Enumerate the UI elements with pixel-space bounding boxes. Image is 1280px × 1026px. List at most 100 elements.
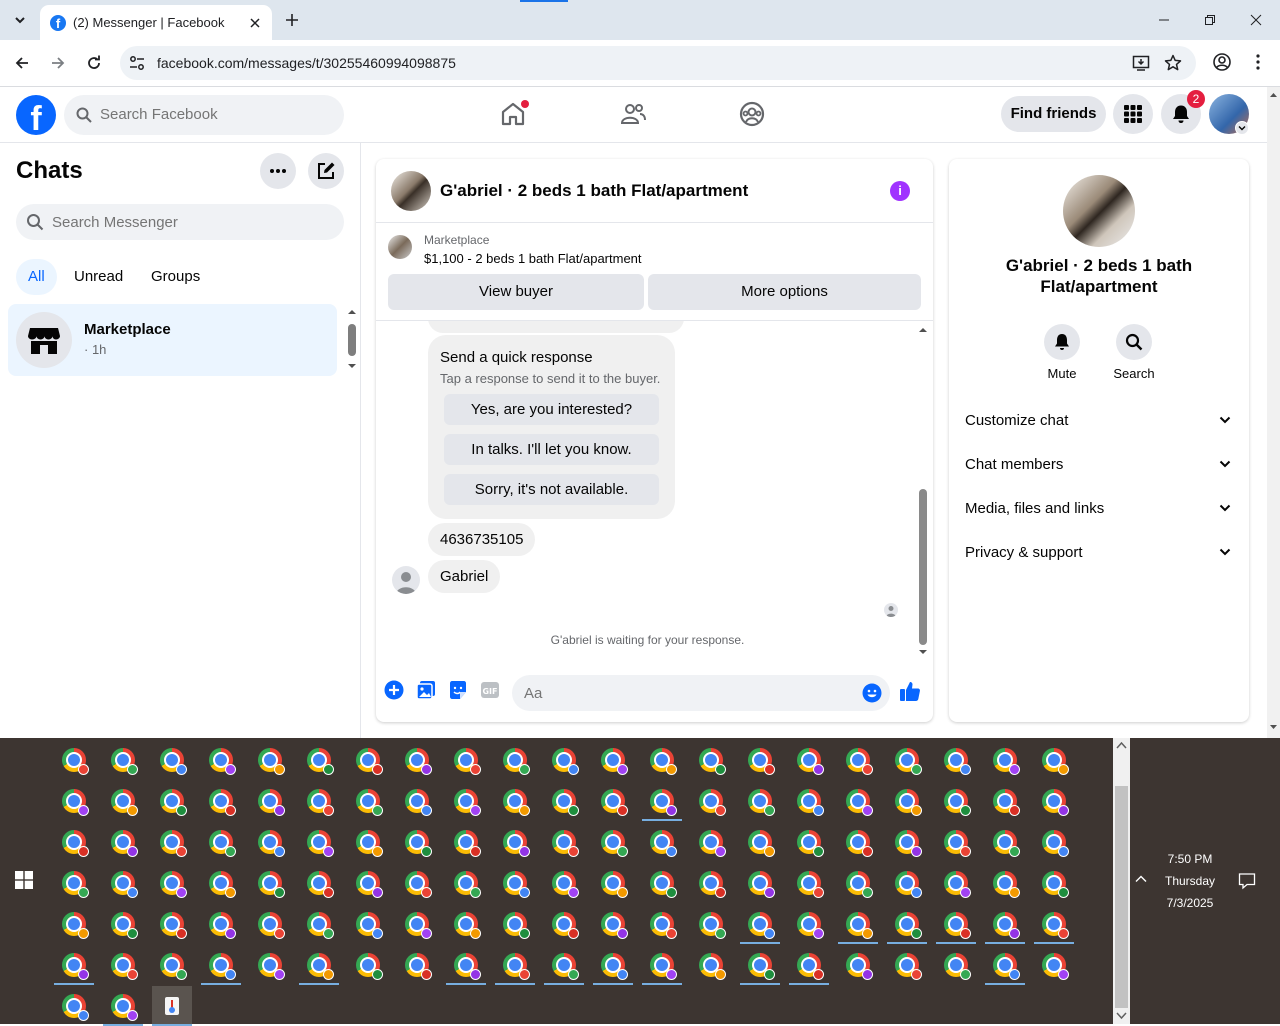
url-text[interactable]: facebook.com/messages/t/3025546099409887… [157,55,456,71]
facebook-search-input[interactable] [100,106,320,123]
chrome-profile-app-icon[interactable] [299,740,339,780]
quick-response-option[interactable]: Yes, are you interested? [444,394,659,425]
chrome-profile-app-icon[interactable] [691,822,731,862]
chrome-profile-app-icon[interactable] [838,822,878,862]
chrome-profile-app-icon[interactable] [544,781,584,821]
chrome-profile-app-icon[interactable] [495,822,535,862]
chrome-profile-app-icon[interactable] [446,863,486,903]
privacy-support-row[interactable]: Privacy & support [957,531,1241,575]
chrome-profile-app-icon[interactable] [250,904,290,944]
chrome-profile-app-icon[interactable] [495,740,535,780]
chrome-profile-app-icon[interactable] [1034,904,1074,944]
filter-groups-tab[interactable]: Groups [139,259,212,295]
chrome-profile-app-icon[interactable] [103,781,143,821]
chrome-profile-app-icon[interactable] [740,945,780,985]
browser-profile-icon[interactable] [1212,52,1232,72]
chrome-profile-app-icon[interactable] [348,904,388,944]
taskbar-active-app-icon[interactable] [152,986,192,1026]
new-message-icon[interactable] [308,153,344,189]
chrome-profile-app-icon[interactable] [985,822,1025,862]
new-tab-plus-icon[interactable] [282,10,302,30]
chrome-profile-app-icon[interactable] [789,781,829,821]
chrome-profile-app-icon[interactable] [789,904,829,944]
chrome-profile-app-icon[interactable] [985,740,1025,780]
quick-response-option[interactable]: Sorry, it's not available. [444,474,659,505]
chrome-profile-app-icon[interactable] [642,740,682,780]
chrome-profile-app-icon[interactable] [936,781,976,821]
chrome-profile-app-icon[interactable] [593,740,633,780]
chrome-profile-app-icon[interactable] [544,822,584,862]
chrome-profile-app-icon[interactable] [789,740,829,780]
chrome-profile-app-icon[interactable] [936,904,976,944]
chrome-profile-app-icon[interactable] [54,863,94,903]
chrome-profile-app-icon[interactable] [642,863,682,903]
chrome-profile-app-icon[interactable] [495,863,535,903]
page-scrollbar[interactable] [1267,87,1280,738]
chrome-profile-app-icon[interactable] [642,781,682,821]
chat-list-item[interactable]: Marketplace · 1h [8,304,337,376]
chrome-profile-app-icon[interactable] [936,863,976,903]
chrome-profile-app-icon[interactable] [495,945,535,985]
conversation-title[interactable]: G'abriel · 2 beds 1 bath Flat/apartment [440,181,748,201]
chrome-profile-app-icon[interactable] [887,945,927,985]
chrome-profile-app-icon[interactable] [103,863,143,903]
chrome-profile-app-icon[interactable] [152,904,192,944]
emoji-icon[interactable] [862,683,882,703]
chrome-profile-app-icon[interactable] [446,945,486,985]
chrome-profile-app-icon[interactable] [887,904,927,944]
action-center-icon[interactable] [1238,872,1256,890]
customize-chat-row[interactable]: Customize chat [957,399,1241,443]
chrome-profile-app-icon[interactable] [446,781,486,821]
chrome-profile-app-icon[interactable] [544,945,584,985]
message-input[interactable] [512,675,890,711]
chrome-profile-app-icon[interactable] [593,781,633,821]
groups-icon[interactable] [739,101,765,127]
system-clock[interactable]: 7:50 PM Thursday 7/3/2025 [1152,848,1228,914]
tab-search-chevron-icon[interactable] [8,8,32,32]
windows-start-icon[interactable] [15,871,33,889]
chrome-profile-app-icon[interactable] [985,945,1025,985]
facebook-search[interactable] [64,95,344,135]
attach-photo-icon[interactable] [416,680,436,700]
chrome-profile-app-icon[interactable] [691,945,731,985]
chrome-profile-app-icon[interactable] [397,863,437,903]
chrome-profile-app-icon[interactable] [1034,781,1074,821]
chrome-profile-app-icon[interactable] [593,945,633,985]
chrome-profile-app-icon[interactable] [1034,822,1074,862]
chrome-profile-app-icon[interactable] [642,904,682,944]
chrome-profile-app-icon[interactable] [103,945,143,985]
chrome-profile-app-icon[interactable] [446,822,486,862]
chrome-profile-app-icon[interactable] [1034,740,1074,780]
chrome-profile-app-icon[interactable] [299,781,339,821]
minimize-icon[interactable] [1154,10,1174,30]
friends-icon[interactable] [620,101,646,127]
chrome-profile-app-icon[interactable] [152,740,192,780]
chrome-profile-app-icon[interactable] [54,781,94,821]
chrome-profile-app-icon[interactable] [299,863,339,903]
chrome-profile-app-icon[interactable] [887,863,927,903]
facebook-logo-icon[interactable]: f [16,95,56,135]
chrome-profile-app-icon[interactable] [299,822,339,862]
chrome-profile-app-icon[interactable] [985,863,1025,903]
find-friends-button[interactable]: Find friends [1001,96,1106,132]
listing-photo-large[interactable] [1063,175,1135,247]
chrome-profile-app-icon[interactable] [740,904,780,944]
chrome-profile-app-icon[interactable] [250,740,290,780]
conversation-info-icon[interactable]: i [890,181,910,201]
chrome-profile-app-icon[interactable] [446,740,486,780]
show-hidden-icons-chevron-icon[interactable] [1134,872,1148,886]
filter-all-tab[interactable]: All [16,259,57,295]
more-actions-plus-icon[interactable] [384,680,404,700]
chrome-profile-app-icon[interactable] [1034,945,1074,985]
chrome-profile-app-icon[interactable] [593,904,633,944]
chat-members-row[interactable]: Chat members [957,443,1241,487]
chrome-profile-app-icon[interactable] [544,863,584,903]
chrome-profile-app-icon[interactable] [838,904,878,944]
browser-menu-icon[interactable] [1248,52,1268,72]
thumbs-up-icon[interactable] [899,680,921,702]
chats-scrollbar[interactable] [346,306,358,372]
search-conversation-button[interactable]: Search [1104,324,1164,381]
messenger-search-input[interactable] [52,214,312,231]
chrome-profile-app-icon[interactable] [397,945,437,985]
account-chevron-icon[interactable] [1235,121,1249,135]
